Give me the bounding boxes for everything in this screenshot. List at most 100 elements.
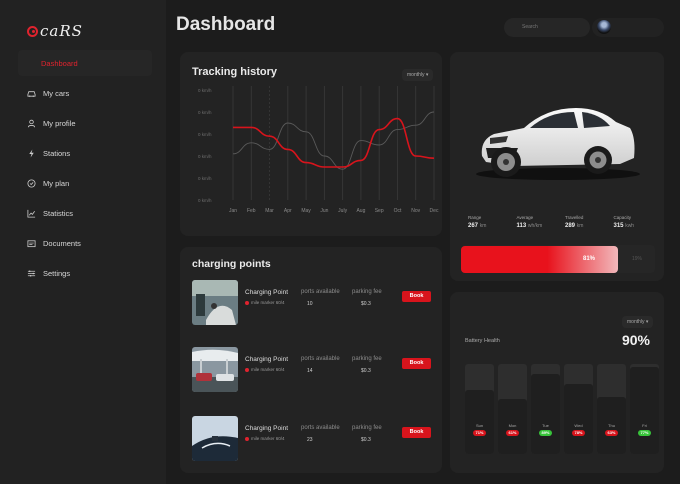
location-pin-icon (245, 367, 249, 372)
sidebar-item-stations[interactable]: Stations (18, 140, 152, 166)
battery-percent: 81% (583, 256, 596, 262)
station-photo (192, 280, 238, 325)
health-bar-badge: 77% (638, 430, 651, 436)
ports-label: ports available (301, 289, 340, 295)
sidebar-item-settings[interactable]: Settings (18, 260, 152, 286)
book-button[interactable]: Book (402, 358, 431, 369)
station-photo (192, 416, 238, 461)
x-tick-label: Nov (411, 208, 420, 214)
list-item: Charging Point mile marker 60/4 ports av… (192, 416, 436, 462)
book-button[interactable]: Book (402, 291, 431, 302)
health-bar: Wed 78% (564, 364, 593, 454)
stat-number: 113 (516, 223, 527, 229)
station-location-text: mile marker 60/4 (251, 300, 285, 305)
avatar[interactable] (597, 20, 611, 34)
y-tick-label: 0 km/h (198, 88, 212, 93)
health-bar-day: Sun (475, 423, 484, 428)
sidebar-item-label: Settings (43, 268, 71, 278)
stat-unit: km (479, 223, 487, 229)
station-name: Charging Point (245, 289, 288, 296)
book-button[interactable]: Book (402, 427, 431, 438)
sidebar: caRS Dashboard My cars My profile Statio… (0, 0, 166, 484)
tracking-history-card: Tracking history monthly ▾ Jan Feb Mar Apr M… (180, 52, 442, 236)
dropdown-value: monthly (627, 319, 645, 325)
sidebar-item-my-cars[interactable]: My cars (18, 80, 152, 106)
fee-label: parking fee (352, 289, 382, 295)
stat-value: 289 km (565, 223, 607, 229)
station-photo (192, 347, 238, 392)
battery-remaining: 19% (632, 256, 643, 262)
battery-health-card: monthly ▾ Battery Health 90% Sun 71% Mon 61… (450, 292, 664, 473)
station-location-text: mile marker 60/4 (251, 367, 285, 372)
list-item: Charging Point mile marker 60/4 ports av… (192, 347, 436, 393)
health-bar-badge: 78% (572, 430, 585, 436)
logo[interactable]: caRS (27, 22, 83, 40)
stat-value: 113 wh/km (517, 223, 559, 229)
ports-value: 23 (307, 437, 313, 443)
plan-icon (27, 178, 36, 188)
sidebar-item-label: My cars (43, 88, 70, 98)
document-icon (27, 239, 36, 247)
fee-label: parking fee (352, 425, 382, 431)
station-location: mile marker 60/4 (245, 300, 285, 305)
charging-title: charging points (192, 258, 271, 270)
y-tick-label: 0 km/h (198, 154, 212, 159)
sidebar-item-my-plan[interactable]: My plan (18, 170, 152, 196)
health-bar-fill (630, 366, 659, 454)
bolt-icon (29, 148, 34, 158)
sidebar-item-documents[interactable]: Documents (18, 230, 152, 256)
health-bar-badge: 61% (506, 430, 519, 436)
x-tick-label: Feb (247, 208, 256, 214)
health-bar: Tue 89% (531, 364, 560, 454)
sidebar-item-label: Dashboard (41, 58, 78, 68)
stat-travelled: Travelled 289 km (558, 210, 607, 238)
y-tick-label: 0 km/h (198, 198, 212, 203)
x-tick-label: Sep (375, 208, 384, 214)
list-item: Charging Point mile marker 60/4 ports av… (192, 280, 436, 326)
stat-number: 315 (613, 223, 624, 229)
sidebar-item-statistics[interactable]: Statistics (18, 200, 152, 226)
stat-number: 289 (565, 223, 576, 229)
x-tick-label: May (301, 208, 311, 214)
stat-label: Travelled (565, 215, 584, 220)
sidebar-item-label: Documents (43, 238, 81, 248)
y-tick-label: 0 km/h (198, 110, 212, 115)
health-bar-day: Tue (542, 423, 549, 428)
user-icon (27, 119, 36, 127)
logo-icon (27, 25, 38, 37)
health-period-dropdown[interactable]: monthly ▾ (622, 316, 654, 328)
station-location-text: mile marker 60/4 (251, 436, 285, 441)
stat-range: Range 267 km (461, 210, 510, 238)
stat-average: Average 113 wh/km (510, 210, 559, 238)
page-title: Dashboard (176, 14, 276, 35)
location-pin-icon (245, 436, 249, 441)
x-tick-label: Apr (284, 208, 292, 214)
health-bar-badge: 63% (605, 430, 618, 436)
x-tick-label: Aug (356, 208, 365, 214)
sidebar-item-dashboard[interactable]: Dashboard (18, 50, 152, 76)
fee-value: $0.3 (361, 437, 371, 443)
stat-value: 267 km (468, 223, 510, 229)
x-tick-label: July (338, 208, 347, 214)
health-bar: Thu 63% (597, 364, 626, 454)
stat-label: Capacity (613, 215, 632, 220)
search-input[interactable]: Search (504, 18, 590, 37)
sidebar-item-label: Statistics (43, 208, 74, 218)
ports-value: 10 (307, 301, 313, 307)
fee-label: parking fee (352, 356, 382, 362)
car-icon (27, 90, 36, 97)
fee-value: $0.3 (361, 301, 371, 307)
stat-unit: km (576, 223, 584, 229)
car-stats: Range 267 km Average 113 wh/km Travelled… (461, 210, 655, 238)
health-bar-fill (564, 383, 593, 454)
health-bar-day: Fri (642, 423, 647, 428)
station-name: Charging Point (245, 356, 288, 363)
ports-label: ports available (301, 356, 340, 362)
health-bar-fill (531, 373, 560, 454)
fee-value: $0.3 (361, 368, 371, 374)
stat-label: Range (468, 215, 482, 220)
health-bar-day: Thu (608, 423, 615, 428)
battery-health-value: 90% (621, 332, 650, 348)
sidebar-item-my-profile[interactable]: My profile (18, 110, 152, 136)
station-location: mile marker 60/4 (245, 436, 285, 441)
